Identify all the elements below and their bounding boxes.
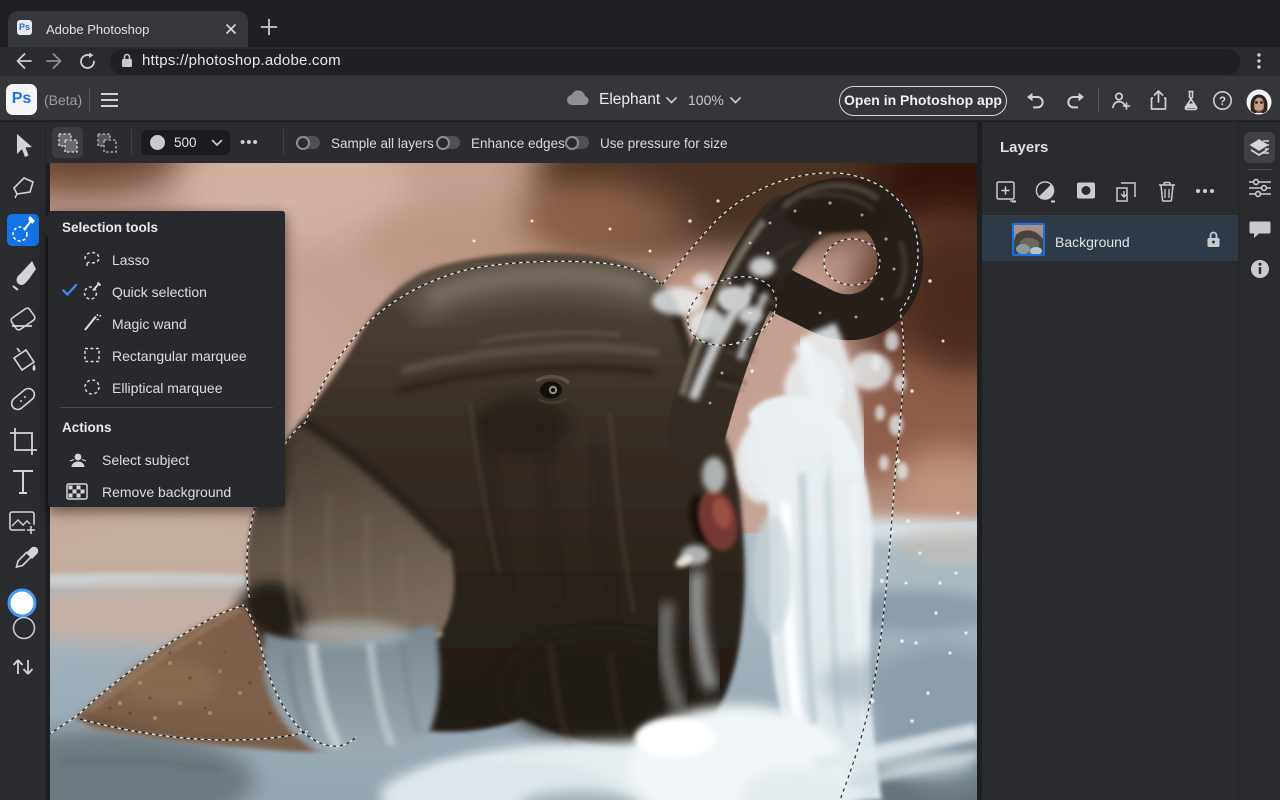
svg-text:?: ? <box>1219 96 1226 108</box>
